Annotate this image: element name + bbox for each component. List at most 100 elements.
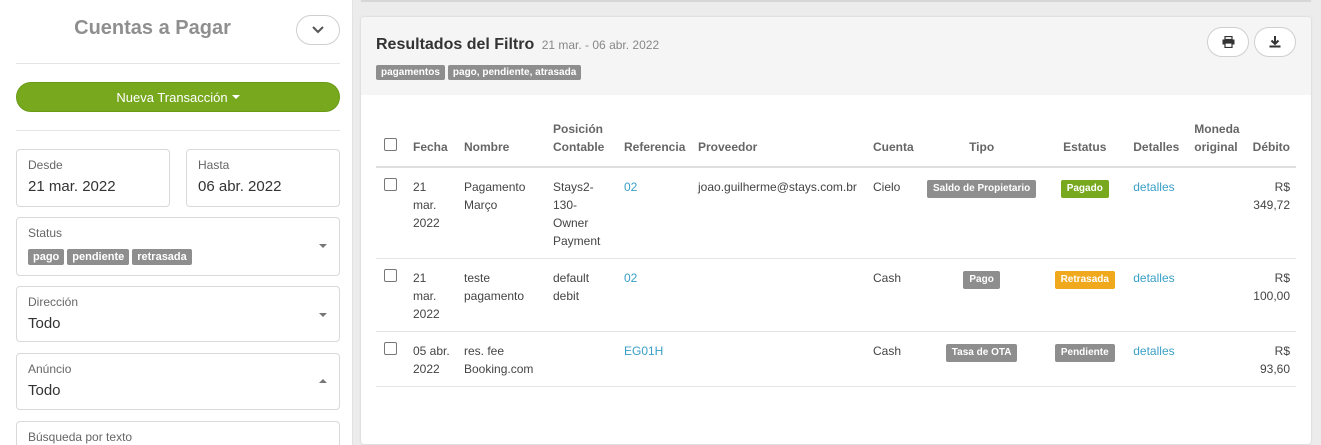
table-row: 05 abr. 2022 res. fee Booking.com EG01H …	[376, 331, 1296, 387]
col-referencia[interactable]: Referencia	[618, 114, 692, 168]
status-select[interactable]: Status pago pendiente retrasada	[16, 217, 340, 276]
new-transaction-button[interactable]: Nueva Transacción	[16, 82, 340, 112]
date-to-label: Hasta	[198, 158, 230, 172]
cell-estatus: Retrasada	[1042, 258, 1128, 332]
cell-referencia: 02	[618, 167, 692, 259]
type-badge: Saldo de Propietario	[927, 180, 1037, 198]
sidebar-title: Cuentas a Pagar	[74, 17, 231, 39]
col-proveedor[interactable]: Proveedor	[692, 114, 867, 168]
cell-debito: R$ 349,72	[1246, 167, 1296, 259]
cell-detalles: detalles	[1127, 167, 1189, 259]
cell-posicion: default debit	[547, 258, 618, 332]
date-to-field[interactable]: Hasta 06 abr. 2022	[186, 149, 340, 207]
col-cuenta[interactable]: Cuenta	[867, 114, 921, 168]
filter-tag: pagamentos	[376, 65, 445, 80]
download-button[interactable]	[1254, 27, 1296, 57]
cell-cuenta: Cash	[867, 258, 921, 332]
row-select-cell	[376, 331, 407, 387]
table-row: 21 mar. 2022 Pagamento Março Stays2-130-…	[376, 167, 1296, 259]
direction-value: Todo	[28, 315, 61, 332]
reference-link[interactable]: 02	[624, 271, 637, 285]
results-header: Resultados del Filtro 21 mar. - 06 abr. …	[361, 17, 1311, 95]
cell-moneda	[1188, 331, 1247, 387]
date-from-value: 21 mar. 2022	[28, 178, 116, 195]
status-chips: pago pendiente retrasada	[28, 248, 195, 265]
cell-referencia: 02	[618, 258, 692, 332]
row-checkbox[interactable]	[384, 269, 397, 282]
col-moneda[interactable]: Moneda original	[1188, 114, 1247, 168]
details-link[interactable]: detalles	[1133, 271, 1174, 285]
new-transaction-label: Nueva Transacción	[116, 89, 228, 105]
listing-select[interactable]: Anúncio Todo	[16, 353, 340, 410]
cell-nombre: Pagamento Março	[458, 167, 547, 259]
listing-label: Anúncio	[28, 362, 72, 376]
text-search-field[interactable]: Búsqueda por texto	[16, 421, 340, 445]
details-link[interactable]: detalles	[1133, 344, 1174, 358]
date-to-value: 06 abr. 2022	[198, 178, 282, 195]
date-from-field[interactable]: Desde 21 mar. 2022	[16, 149, 170, 207]
status-chip[interactable]: pendiente	[67, 249, 130, 265]
cell-proveedor	[692, 258, 867, 332]
col-estatus[interactable]: Estatus	[1042, 114, 1128, 168]
results-table: Fecha Nombre Posición Contable Referenci…	[376, 114, 1296, 387]
reference-link[interactable]: EG01H	[624, 344, 663, 358]
collapse-button[interactable]	[296, 15, 340, 45]
row-select-cell	[376, 167, 407, 259]
table-header-row: Fecha Nombre Posición Contable Referenci…	[376, 114, 1296, 168]
cell-posicion	[547, 331, 618, 387]
results-title: Resultados del Filtro 21 mar. - 06 abr. …	[376, 36, 659, 54]
status-badge: Pagado	[1060, 180, 1109, 198]
listing-value: Todo	[28, 382, 61, 399]
printer-icon	[1222, 36, 1234, 48]
top-divider	[361, 0, 1311, 2]
print-button[interactable]	[1207, 27, 1249, 57]
col-posicion[interactable]: Posición Contable	[547, 114, 618, 168]
row-checkbox[interactable]	[384, 178, 397, 191]
cell-estatus: Pagado	[1042, 167, 1128, 259]
cell-referencia: EG01H	[618, 331, 692, 387]
dropdown-arrow-icon	[319, 313, 327, 317]
cell-cuenta: Cielo	[867, 167, 921, 259]
cell-detalles: detalles	[1127, 331, 1189, 387]
cell-posicion: Stays2-130-Owner Payment	[547, 167, 618, 259]
select-all-cell	[376, 114, 407, 168]
cell-detalles: detalles	[1127, 258, 1189, 332]
direction-label: Dirección	[28, 295, 79, 309]
cell-fecha: 21 mar. 2022	[407, 258, 458, 332]
cell-debito: R$ 93,60	[1246, 331, 1296, 387]
cell-tipo: Tasa de OTA	[921, 331, 1043, 387]
chevron-down-icon	[312, 26, 324, 34]
results-panel: Resultados del Filtro 21 mar. - 06 abr. …	[361, 17, 1311, 444]
cell-fecha: 21 mar. 2022	[407, 167, 458, 259]
details-link[interactable]: detalles	[1133, 180, 1174, 194]
col-fecha[interactable]: Fecha	[407, 114, 458, 168]
download-icon	[1269, 36, 1281, 48]
divider	[16, 63, 340, 64]
status-badge: Pendiente	[1054, 344, 1115, 362]
select-all-checkbox[interactable]	[384, 138, 397, 151]
caret-down-icon	[231, 95, 240, 99]
dropdown-arrow-icon	[319, 244, 327, 248]
cell-cuenta: Cash	[867, 331, 921, 387]
col-tipo[interactable]: Tipo	[921, 114, 1043, 168]
results-title-text: Resultados del Filtro	[376, 36, 535, 53]
cell-debito: R$ 100,00	[1246, 258, 1296, 332]
col-detalles[interactable]: Detalles	[1127, 114, 1189, 168]
dropdown-arrow-icon	[319, 379, 327, 383]
status-chip[interactable]: pago	[28, 249, 65, 265]
text-search-label: Búsqueda por texto	[28, 430, 133, 444]
filter-sidebar: Cuentas a Pagar Nueva Transacción Desde …	[0, 0, 353, 445]
results-date-range: 21 mar. - 06 abr. 2022	[541, 38, 660, 52]
reference-link[interactable]: 02	[624, 180, 637, 194]
status-label: Status	[28, 226, 63, 240]
row-checkbox[interactable]	[384, 342, 397, 355]
status-chip[interactable]: retrasada	[132, 249, 192, 265]
col-debito[interactable]: Débito	[1246, 114, 1296, 168]
cell-proveedor	[692, 331, 867, 387]
col-nombre[interactable]: Nombre	[458, 114, 547, 168]
direction-select[interactable]: Dirección Todo	[16, 286, 340, 342]
results-tags: pagamentos pago, pendiente, atrasada	[376, 63, 584, 80]
cell-fecha: 05 abr. 2022	[407, 331, 458, 387]
date-from-label: Desde	[28, 158, 63, 172]
cell-nombre: teste pagamento	[458, 258, 547, 332]
